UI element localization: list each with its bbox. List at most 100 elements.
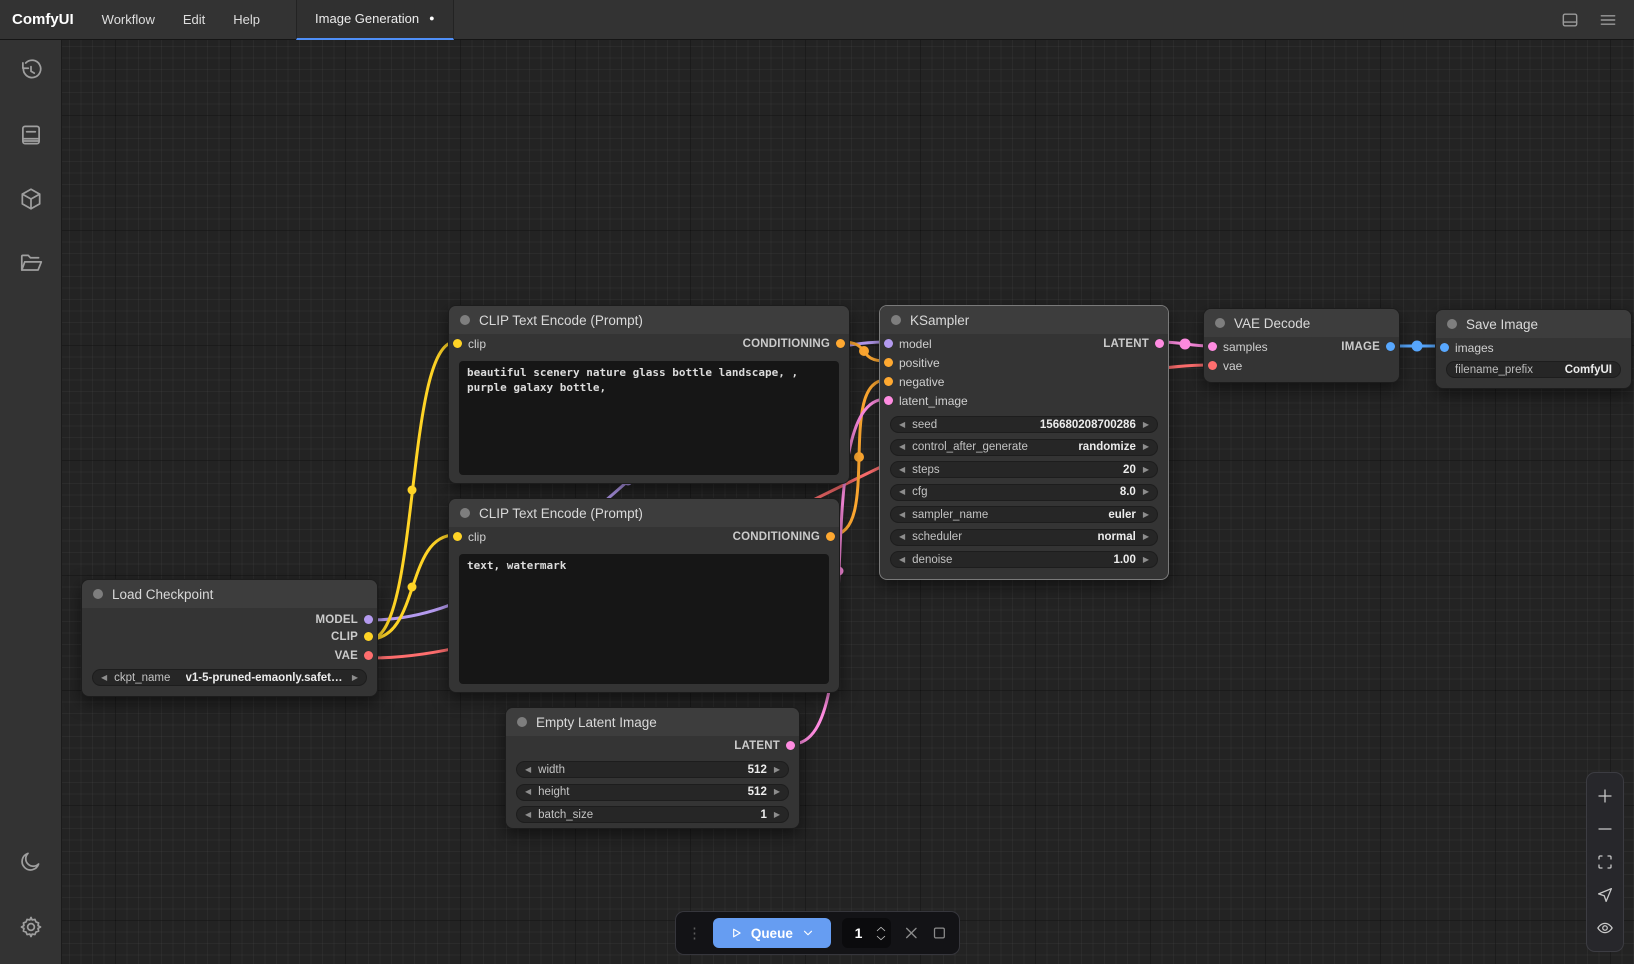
input-dot-vae[interactable]: [1208, 361, 1217, 370]
node-header[interactable]: Load Checkpoint: [82, 580, 377, 608]
widget-right-arrow-icon[interactable]: ▶: [1143, 511, 1149, 519]
widget-left-arrow-icon[interactable]: ◀: [899, 533, 905, 541]
sidebar-item-history[interactable]: [0, 48, 62, 94]
widget-left-arrow-icon[interactable]: ◀: [899, 556, 905, 564]
prompt-textarea[interactable]: text, watermark: [459, 554, 829, 684]
zoom-out-icon[interactable]: [1596, 820, 1614, 838]
output-dot-clip[interactable]: [364, 632, 373, 641]
widget-right-arrow-icon[interactable]: ▶: [1143, 533, 1149, 541]
node-save-image[interactable]: Save Image images filename_prefix ComfyU…: [1435, 309, 1632, 389]
sidebar-item-model-library[interactable]: [0, 176, 62, 222]
collapse-dot[interactable]: [1447, 319, 1457, 329]
output-dot-conditioning[interactable]: [826, 532, 835, 541]
input-dot-clip[interactable]: [453, 532, 462, 541]
node-header[interactable]: CLIP Text Encode (Prompt): [449, 306, 849, 334]
input-dot-positive[interactable]: [884, 358, 893, 367]
toggle-link-visibility-icon[interactable]: [1596, 919, 1614, 937]
input-dot-images[interactable]: [1440, 343, 1449, 352]
output-dot-model[interactable]: [364, 615, 373, 624]
widget-right-arrow-icon[interactable]: ▶: [1143, 466, 1149, 474]
collapse-dot[interactable]: [460, 508, 470, 518]
collapse-dot[interactable]: [517, 717, 527, 727]
widget-right-arrow-icon[interactable]: ▶: [774, 811, 780, 819]
widget-left-arrow-icon[interactable]: ◀: [899, 421, 905, 429]
node-clip-text-encode-positive[interactable]: CLIP Text Encode (Prompt) clip CONDITION…: [448, 305, 850, 484]
node-empty-latent-image[interactable]: Empty Latent Image LATENT ◀ width 512 ▶ …: [505, 707, 800, 829]
widget-height[interactable]: ◀ height 512 ▶: [516, 784, 789, 801]
stepper-down-icon[interactable]: [876, 935, 886, 941]
queue-run-button[interactable]: Queue: [713, 918, 831, 948]
widget-filename-prefix[interactable]: filename_prefix ComfyUI: [1446, 361, 1621, 378]
widget-left-arrow-icon[interactable]: ◀: [899, 488, 905, 496]
widget-right-arrow-icon[interactable]: ▶: [774, 788, 780, 796]
collapse-dot[interactable]: [460, 315, 470, 325]
widget-ckpt-name[interactable]: ◀ ckpt_name v1-5-pruned-emaonly.safete… …: [92, 669, 367, 686]
widget-right-arrow-icon[interactable]: ▶: [1143, 488, 1149, 496]
widget-width[interactable]: ◀ width 512 ▶: [516, 761, 789, 778]
node-clip-text-encode-negative[interactable]: CLIP Text Encode (Prompt) clip CONDITION…: [448, 498, 840, 693]
sidebar-item-settings[interactable]: [0, 904, 62, 950]
node-header[interactable]: VAE Decode: [1204, 309, 1399, 337]
stepper-up-icon[interactable]: [876, 926, 886, 932]
widget-left-arrow-icon[interactable]: ◀: [899, 511, 905, 519]
node-load-checkpoint[interactable]: Load Checkpoint MODEL CLIP VAE ◀ ckpt_na…: [81, 579, 378, 697]
input-dot-latent-image[interactable]: [884, 396, 893, 405]
widget-left-arrow-icon[interactable]: ◀: [899, 466, 905, 474]
input-dot-negative[interactable]: [884, 377, 893, 386]
drag-handle-icon[interactable]: ⋮: [687, 926, 702, 941]
node-ksampler[interactable]: KSampler model LATENT positive negative …: [879, 305, 1169, 580]
output-dot-image[interactable]: [1386, 342, 1395, 351]
comfyui-logo[interactable]: ComfyUI: [0, 11, 88, 28]
node-header[interactable]: CLIP Text Encode (Prompt): [449, 499, 839, 527]
widget-left-arrow-icon[interactable]: ◀: [899, 443, 905, 451]
widget-steps[interactable]: ◀ steps 20 ▶: [890, 461, 1158, 478]
menu-help[interactable]: Help: [219, 12, 274, 27]
prompt-textarea[interactable]: beautiful scenery nature glass bottle la…: [459, 361, 839, 475]
node-header[interactable]: Save Image: [1436, 310, 1631, 338]
zoom-in-icon[interactable]: [1596, 787, 1614, 805]
widget-right-arrow-icon[interactable]: ▶: [774, 766, 780, 774]
toggle-panel-icon[interactable]: [1560, 10, 1580, 30]
sidebar-item-theme-toggle[interactable]: [0, 838, 62, 884]
widget-right-arrow-icon[interactable]: ▶: [1143, 443, 1149, 451]
input-dot-model[interactable]: [884, 339, 893, 348]
chevron-down-icon[interactable]: [801, 926, 815, 940]
widget-left-arrow-icon[interactable]: ◀: [101, 674, 107, 682]
widget-left-arrow-icon[interactable]: ◀: [525, 788, 531, 796]
widget-batch-size[interactable]: ◀ batch_size 1 ▶: [516, 806, 789, 823]
sidebar-item-node-library[interactable]: [0, 112, 62, 158]
collapse-dot[interactable]: [93, 589, 103, 599]
output-dot-latent[interactable]: [1155, 339, 1164, 348]
clear-queue-icon[interactable]: [902, 923, 921, 943]
node-vae-decode[interactable]: VAE Decode samples IMAGE vae: [1203, 308, 1400, 383]
fit-view-icon[interactable]: [1596, 853, 1614, 871]
collapse-dot[interactable]: [1215, 318, 1225, 328]
menu-edit[interactable]: Edit: [169, 12, 219, 27]
widget-cfg[interactable]: ◀ cfg 8.0 ▶: [890, 484, 1158, 501]
widget-scheduler[interactable]: ◀ scheduler normal ▶: [890, 529, 1158, 546]
input-dot-clip[interactable]: [453, 339, 462, 348]
widget-control-after-generate[interactable]: ◀ control_after_generate randomize ▶: [890, 439, 1158, 456]
widget-right-arrow-icon[interactable]: ▶: [1143, 421, 1149, 429]
widget-right-arrow-icon[interactable]: ▶: [352, 674, 358, 682]
node-header[interactable]: Empty Latent Image: [506, 708, 799, 736]
widget-left-arrow-icon[interactable]: ◀: [525, 766, 531, 774]
widget-right-arrow-icon[interactable]: ▶: [1143, 556, 1149, 564]
output-dot-vae[interactable]: [364, 651, 373, 660]
menu-workflow[interactable]: Workflow: [88, 12, 169, 27]
batch-count-input[interactable]: 1: [842, 918, 891, 948]
collapse-dot[interactable]: [891, 315, 901, 325]
output-dot-conditioning[interactable]: [836, 339, 845, 348]
workflow-tab[interactable]: Image Generation ●: [296, 0, 454, 40]
widget-sampler-name[interactable]: ◀ sampler_name euler ▶: [890, 506, 1158, 523]
node-header[interactable]: KSampler: [880, 306, 1168, 334]
widget-left-arrow-icon[interactable]: ◀: [525, 811, 531, 819]
input-dot-samples[interactable]: [1208, 342, 1217, 351]
widget-seed[interactable]: ◀ seed 156680208700286 ▶: [890, 416, 1158, 433]
output-dot-latent[interactable]: [786, 741, 795, 750]
pan-mode-icon[interactable]: [1596, 886, 1614, 904]
widget-denoise[interactable]: ◀ denoise 1.00 ▶: [890, 551, 1158, 568]
stop-icon[interactable]: [931, 924, 948, 942]
sidebar-item-workflows[interactable]: [0, 240, 62, 286]
hamburger-menu-icon[interactable]: [1598, 10, 1618, 30]
